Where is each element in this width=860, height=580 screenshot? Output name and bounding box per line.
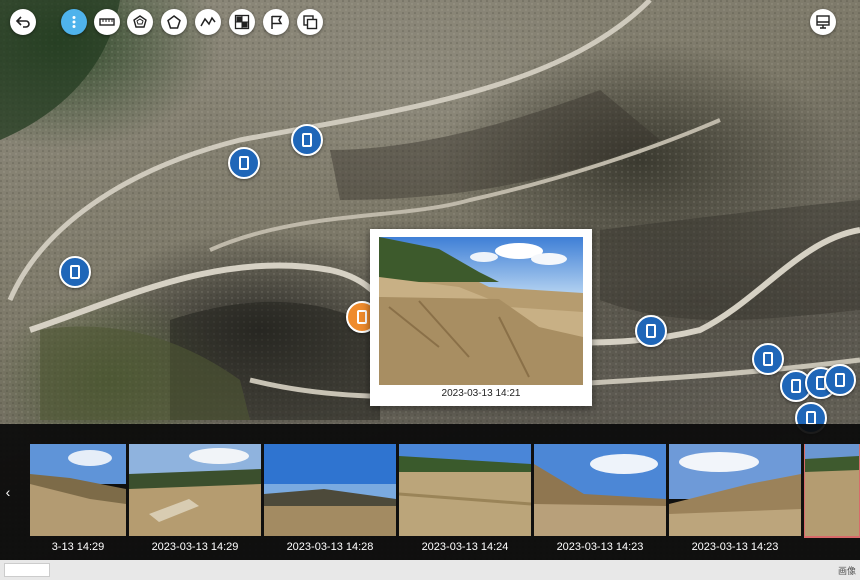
photo-marker[interactable] <box>291 124 323 156</box>
phone-icon <box>302 133 312 147</box>
filmstrip-thumb[interactable]: 2023-03-13 14:23 <box>534 444 666 553</box>
filmstrip-thumb[interactable]: 2023-03-13 14:24 <box>399 444 531 553</box>
pentagon-icon <box>167 15 181 29</box>
scale-bar <box>4 563 50 577</box>
filmstrip-thumb-selected[interactable]: 2023-03-13 <box>804 444 860 538</box>
thumb-image <box>264 444 396 536</box>
grid-button[interactable] <box>229 9 255 35</box>
thumb-label: 2023-03-13 14:23 <box>691 541 779 553</box>
photo-marker[interactable] <box>635 315 667 347</box>
photo-marker[interactable] <box>228 147 260 179</box>
monitor-icon <box>816 15 830 29</box>
phone-icon <box>763 352 773 366</box>
filmstrip-thumb[interactable]: 2023-03-13 14:29 <box>129 444 261 553</box>
thumb-label: 2023-03-13 14:28 <box>286 541 374 553</box>
attribution-text: 画像 <box>837 566 856 576</box>
thumb-label: 2023-03-13 14:29 <box>151 541 239 553</box>
pentagon-button[interactable] <box>161 9 187 35</box>
flag-icon <box>271 15 283 29</box>
thumb-label: 2023-03-13 14:24 <box>421 541 509 553</box>
phone-icon <box>806 411 816 425</box>
popup-photo-image <box>379 237 583 385</box>
menu-button[interactable] <box>61 9 87 35</box>
ruler-icon <box>99 18 115 26</box>
photo-marker[interactable] <box>752 343 784 375</box>
back-button[interactable] <box>10 9 36 35</box>
filmstrip-thumb[interactable]: 2023-03-13 14:28 <box>264 444 396 553</box>
filmstrip-thumb[interactable]: 3-13 14:29 <box>30 444 126 553</box>
line-chart-icon <box>200 16 216 27</box>
photo-popup[interactable]: 2023-03-13 14:21 <box>370 229 592 406</box>
copy-layers-icon <box>303 15 318 30</box>
thumb-label: 3-13 14:29 <box>51 541 105 553</box>
filmstrip-thumb[interactable]: 2023-03-13 14:23 <box>669 444 801 553</box>
filmstrip-prev-button[interactable]: ‹ <box>0 462 16 522</box>
thumb-image <box>30 444 126 536</box>
profile-button[interactable] <box>195 9 221 35</box>
photo-marker[interactable] <box>59 256 91 288</box>
phone-icon <box>646 324 656 338</box>
polygon-button[interactable] <box>127 9 153 35</box>
thumb-image <box>669 444 801 536</box>
thumb-image <box>534 444 666 536</box>
thumb-image <box>399 444 531 536</box>
popup-photo[interactable] <box>379 237 583 385</box>
chevron-left-icon: ‹ <box>5 484 11 500</box>
phone-icon <box>239 156 249 170</box>
flag-button[interactable] <box>263 9 289 35</box>
layers-button[interactable] <box>297 9 323 35</box>
thumb-image <box>805 444 859 536</box>
phone-icon <box>835 373 845 387</box>
phone-icon <box>791 379 801 393</box>
grid-icon <box>234 14 250 30</box>
vertical-dots-icon <box>72 16 76 28</box>
polygon-icon <box>133 15 147 28</box>
display-button[interactable] <box>810 9 836 35</box>
phone-icon <box>70 265 80 279</box>
phone-icon <box>357 310 367 324</box>
photo-filmstrip[interactable]: ‹ 3-13 14:29 2023-03-13 14:29 2023-03-13… <box>0 424 860 560</box>
map-footer: 画像 <box>0 560 860 580</box>
measure-button[interactable] <box>94 9 120 35</box>
photo-marker[interactable] <box>824 364 856 396</box>
back-arrow-icon <box>15 16 30 28</box>
thumb-label: 2023-03-13 14:23 <box>556 541 644 553</box>
popup-caption: 2023-03-13 14:21 <box>441 388 521 399</box>
thumb-image <box>129 444 261 536</box>
